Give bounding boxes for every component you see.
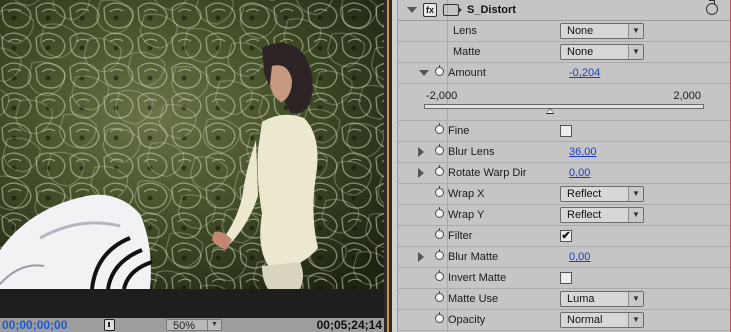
param-row-lens: Lens None ▼ (397, 21, 730, 42)
select-value: None (567, 46, 594, 58)
param-row-amount: Amount -0,204 (397, 63, 730, 84)
panel-accent-line (387, 0, 389, 332)
blur-lens-value[interactable]: 36,00 (569, 146, 597, 158)
collapse-effect-twirl[interactable] (407, 7, 417, 13)
effect-name: S_Distort (467, 4, 516, 16)
fx-toggle-badge[interactable]: fx (423, 3, 437, 17)
chevron-down-icon: ▼ (628, 292, 643, 306)
reset-icon[interactable] (706, 0, 718, 15)
viewer-timebar: 00;00;00;00 50% ▼ 00;05;24;14 (0, 318, 384, 332)
chevron-down-icon: ▼ (628, 187, 643, 201)
effect-header: fx S_Distort (397, 0, 730, 21)
param-label: Filter (448, 230, 473, 242)
stopwatch-icon[interactable] (435, 270, 444, 281)
zoom-level-value: 50% (173, 320, 196, 332)
amount-value[interactable]: -0,204 (569, 67, 600, 79)
rotate-warp-dir-value[interactable]: 0,00 (569, 167, 590, 179)
expand-twirl-blur-lens[interactable] (418, 147, 424, 157)
stopwatch-icon[interactable] (435, 65, 444, 76)
amount-slider-row: -2,000 2,000 (397, 84, 730, 121)
video-frame-image (0, 0, 384, 289)
select-value: Reflect (567, 188, 602, 200)
param-label: Lens (453, 25, 477, 37)
stopwatch-icon[interactable] (435, 144, 444, 155)
program-monitor: 00;00;00;00 50% ▼ 00;05;24;14 (0, 0, 384, 332)
param-row-filter: Filter ✔ (397, 226, 730, 247)
param-row-rotate-warp-dir: Rotate Warp Dir 0,00 (397, 163, 730, 184)
param-label: Fine (448, 125, 470, 137)
panel-divider[interactable] (384, 0, 392, 332)
param-label: Opacity (448, 314, 486, 326)
chevron-down-icon: ▼ (628, 24, 643, 38)
param-label: Rotate Warp Dir (448, 167, 527, 179)
param-label: Amount (448, 67, 486, 79)
amount-slider-thumb[interactable] (545, 108, 554, 114)
lens-select[interactable]: None ▼ (560, 23, 644, 39)
blur-matte-value[interactable]: 0,00 (569, 251, 590, 263)
chevron-down-icon: ▼ (628, 313, 643, 327)
fit-clip-icon[interactable] (104, 319, 115, 331)
param-row-fine: Fine (397, 121, 730, 142)
stopwatch-icon[interactable] (435, 186, 444, 197)
stopwatch-icon[interactable] (435, 291, 444, 302)
param-row-wrap-x: Wrap X Reflect ▼ (397, 184, 730, 205)
param-label: Invert Matte (448, 272, 507, 284)
param-label: Wrap Y (448, 209, 485, 221)
expand-twirl-blur-matte[interactable] (418, 252, 424, 262)
stopwatch-icon[interactable] (435, 207, 444, 218)
effect-controls-panel: fx S_Distort Lens None ▼ Matte None ▼ Am… (392, 0, 731, 332)
select-value: Reflect (567, 209, 602, 221)
filter-checkbox[interactable]: ✔ (560, 230, 572, 242)
select-value: None (567, 25, 594, 37)
slider-min-label: -2,000 (426, 90, 458, 102)
param-label: Wrap X (448, 188, 485, 200)
param-row-blur-matte: Blur Matte 0,00 (397, 247, 730, 268)
stopwatch-icon[interactable] (435, 228, 444, 239)
wrap-y-select[interactable]: Reflect ▼ (560, 207, 644, 223)
select-value: Normal (567, 314, 603, 326)
chevron-down-icon: ▼ (207, 320, 221, 330)
stopwatch-icon[interactable] (435, 312, 444, 323)
stopwatch-icon[interactable] (435, 165, 444, 176)
slider-max-label: 2,000 (673, 90, 701, 102)
video-frame (0, 0, 384, 289)
param-row-matte-use: Matte Use Luma ▼ (397, 289, 730, 310)
opacity-select[interactable]: Normal ▼ (560, 312, 644, 328)
duration-timecode: 00;05;24;14 (316, 318, 382, 332)
stopwatch-icon[interactable] (435, 123, 444, 134)
stopwatch-icon[interactable] (435, 249, 444, 260)
param-label: Blur Matte (448, 251, 499, 263)
param-label: Matte (453, 46, 481, 58)
fine-checkbox[interactable] (560, 125, 572, 137)
param-row-invert-matte: Invert Matte (397, 268, 730, 289)
param-row-opacity: Opacity Normal ▼ (397, 310, 730, 331)
matte-select[interactable]: None ▼ (560, 44, 644, 60)
select-value: Luma (567, 293, 595, 305)
chevron-down-icon: ▼ (628, 208, 643, 222)
chevron-down-icon: ▼ (628, 45, 643, 59)
current-timecode[interactable]: 00;00;00;00 (2, 318, 67, 332)
expand-twirl-rotate-warp-dir[interactable] (418, 168, 424, 178)
param-row-blur-lens: Blur Lens 36,00 (397, 142, 730, 163)
param-row-wrap-y: Wrap Y Reflect ▼ (397, 205, 730, 226)
wrap-x-select[interactable]: Reflect ▼ (560, 186, 644, 202)
param-label: Matte Use (448, 293, 499, 305)
amount-slider-track[interactable] (424, 104, 704, 109)
invert-matte-checkbox[interactable] (560, 272, 572, 284)
expand-twirl-amount[interactable] (419, 70, 429, 76)
effect-preset-icon[interactable] (443, 4, 462, 16)
param-row-matte: Matte None ▼ (397, 42, 730, 63)
zoom-level-select[interactable]: 50% ▼ (166, 319, 222, 332)
param-label: Blur Lens (448, 146, 495, 158)
matte-use-select[interactable]: Luma ▼ (560, 291, 644, 307)
